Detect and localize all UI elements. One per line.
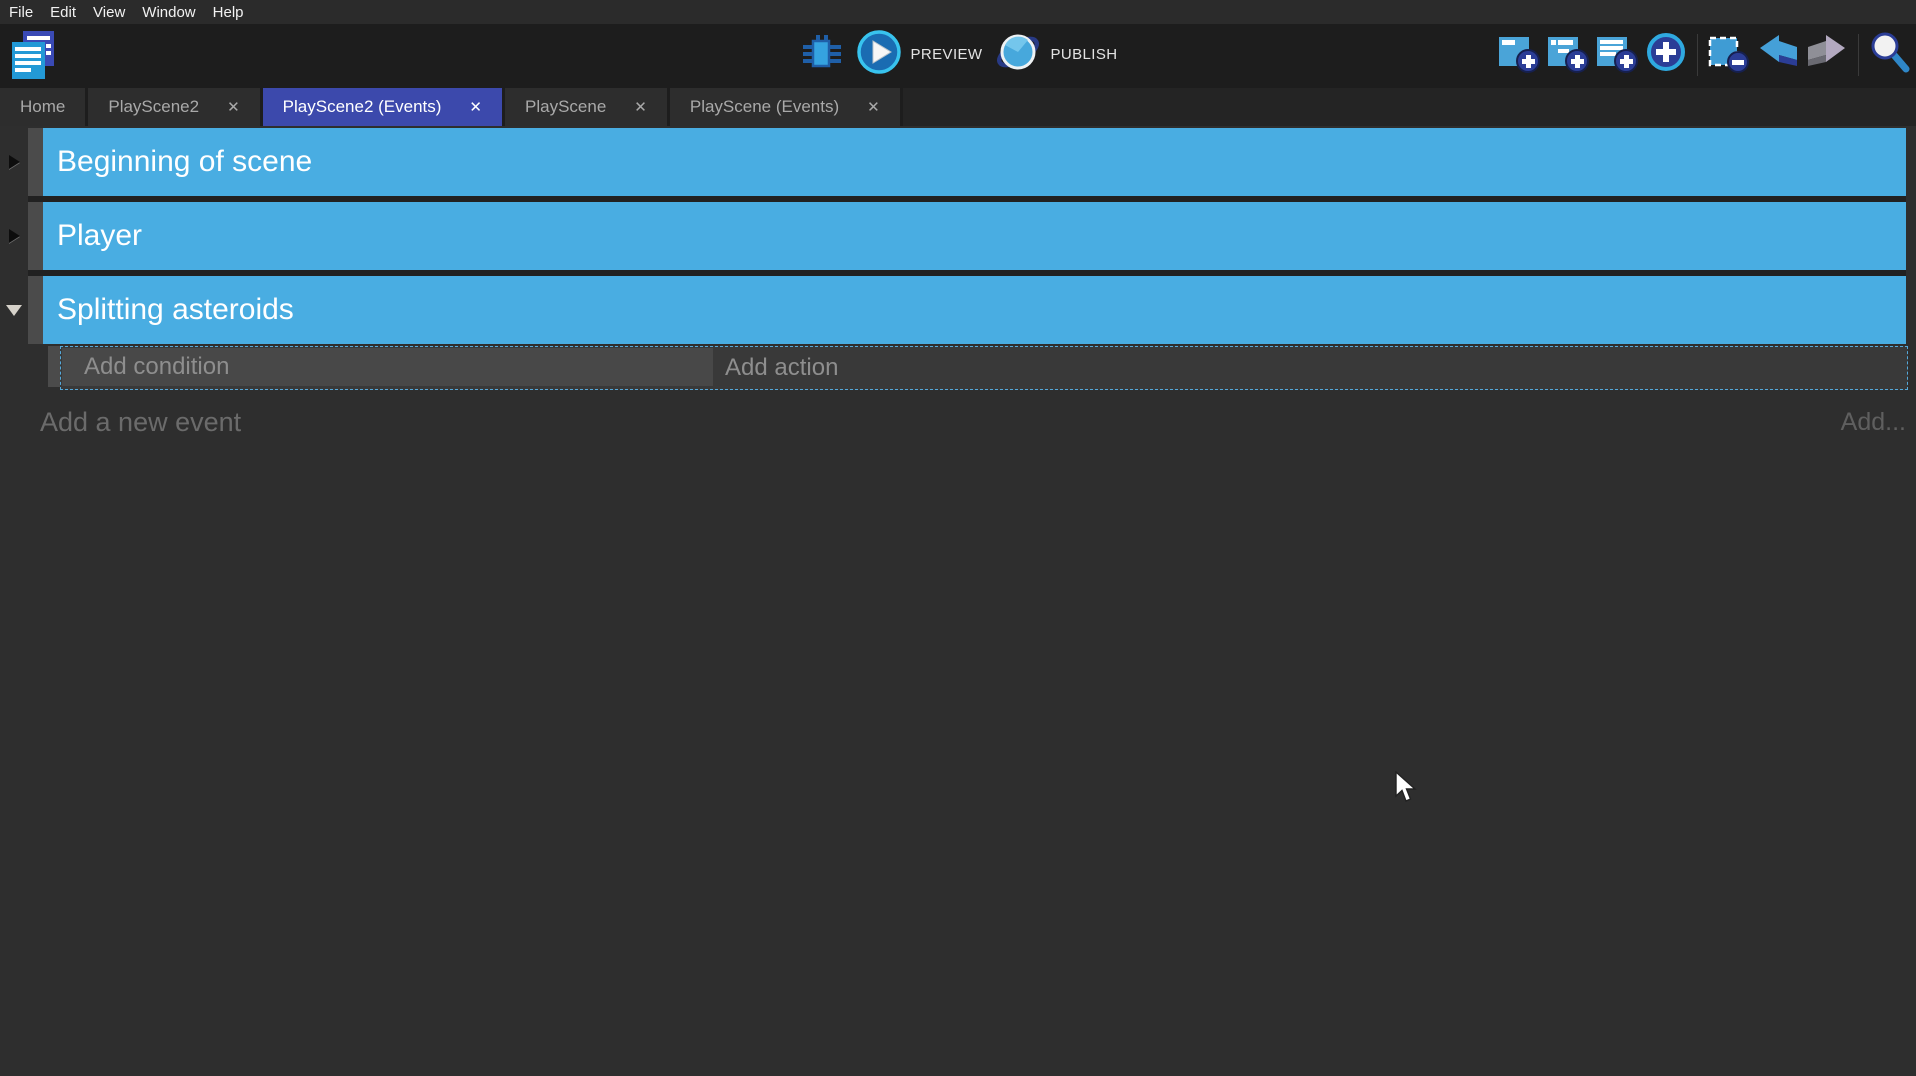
collapse-arrow-icon [9, 155, 20, 169]
selected-event[interactable]: Add condition Add action [60, 346, 1908, 390]
redo-button[interactable] [1805, 32, 1849, 78]
fold-toggle[interactable] [0, 202, 28, 270]
tab-playscene[interactable]: PlayScene ✕ [505, 88, 667, 126]
event-drag-handle[interactable] [48, 346, 60, 387]
tab-label: Home [20, 97, 65, 117]
tab-label: PlayScene2 (Events) [283, 97, 442, 117]
publish-label: PUBLISH [1050, 46, 1117, 63]
expand-arrow-icon [6, 305, 22, 316]
events-sheet: Beginning of scene Player Splitting aste… [0, 126, 1916, 1076]
publish-globe-icon [995, 29, 1041, 80]
main-toolbar: PREVIEW PUBLISH [0, 24, 1916, 85]
add-circle-icon [1644, 30, 1688, 79]
play-icon [856, 29, 902, 80]
collapse-arrow-icon [9, 229, 20, 243]
menu-file[interactable]: File [9, 4, 33, 21]
undo-button[interactable] [1756, 32, 1800, 78]
empty-event-row: Add condition Add action [48, 346, 1916, 390]
fold-toggle[interactable] [0, 128, 28, 196]
tab-close-icon[interactable]: ✕ [634, 98, 647, 116]
preview-label: PREVIEW [911, 46, 983, 63]
tab-close-icon[interactable]: ✕ [867, 98, 880, 116]
add-event-button[interactable] [1497, 32, 1541, 78]
add-circle-button[interactable] [1644, 32, 1688, 78]
tab-label: PlayScene2 [108, 97, 199, 117]
tab-label: PlayScene [525, 97, 606, 117]
tab-home[interactable]: Home [0, 88, 85, 126]
menu-view[interactable]: View [93, 4, 125, 21]
add-comment-icon [1595, 30, 1639, 79]
add-comment-button[interactable] [1595, 32, 1639, 78]
tab-playscene2[interactable]: PlayScene2 ✕ [88, 88, 259, 126]
event-drag-handle[interactable] [28, 202, 43, 270]
event-group-bar[interactable]: Beginning of scene [43, 128, 1906, 196]
search-button[interactable] [1868, 32, 1912, 78]
menu-edit[interactable]: Edit [50, 4, 76, 21]
add-more-button[interactable]: Add... [1841, 408, 1906, 437]
event-group-row: Player [0, 202, 1916, 270]
search-icon [1868, 30, 1912, 79]
add-new-event-button[interactable]: Add a new event [40, 407, 241, 438]
event-drag-handle[interactable] [28, 128, 43, 196]
tab-bar: Home PlayScene2 ✕ PlayScene2 (Events) ✕ … [0, 85, 1916, 126]
add-condition-button[interactable]: Add condition [62, 348, 713, 386]
add-event-icon [1497, 30, 1541, 79]
tab-playscene2-events[interactable]: PlayScene2 (Events) ✕ [263, 88, 502, 126]
event-group-row: Splitting asteroids [0, 276, 1916, 344]
delete-selection-icon [1707, 30, 1751, 79]
tab-bar-filler [903, 88, 1916, 126]
event-group-bar[interactable]: Player [43, 202, 1906, 270]
add-event-row: Add a new event Add... [40, 402, 1906, 442]
debug-icon [800, 32, 842, 77]
add-subevent-button[interactable] [1546, 32, 1590, 78]
publish-button[interactable]: PUBLISH [995, 29, 1117, 80]
undo-icon [1756, 33, 1800, 76]
debug-button[interactable] [799, 32, 843, 78]
toolbar-separator [1697, 34, 1698, 76]
menu-help[interactable]: Help [213, 4, 244, 21]
event-group-row: Beginning of scene [0, 128, 1916, 196]
menu-window[interactable]: Window [142, 4, 195, 21]
tab-close-icon[interactable]: ✕ [227, 98, 240, 116]
mouse-cursor [1393, 771, 1419, 810]
tab-label: PlayScene (Events) [690, 97, 839, 117]
add-subevent-icon [1546, 30, 1590, 79]
preview-button[interactable]: PREVIEW [856, 29, 983, 80]
toolbar-separator [1858, 34, 1859, 76]
event-group-bar[interactable]: Splitting asteroids [43, 276, 1906, 344]
add-action-button[interactable]: Add action [713, 347, 1907, 389]
redo-icon [1805, 33, 1849, 76]
tab-close-icon[interactable]: ✕ [469, 98, 482, 116]
fold-toggle[interactable] [0, 276, 28, 344]
menu-bar: File Edit View Window Help [0, 0, 1916, 24]
delete-selection-button[interactable] [1707, 32, 1751, 78]
event-drag-handle[interactable] [28, 276, 43, 344]
toolbar-right [1497, 24, 1912, 85]
tab-playscene-events[interactable]: PlayScene (Events) ✕ [670, 88, 900, 126]
